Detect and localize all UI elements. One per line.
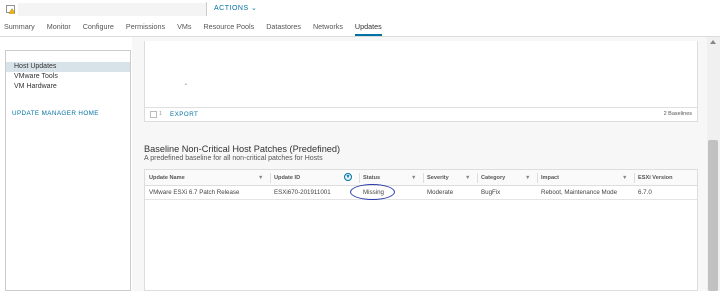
filter-icon[interactable]: ▼	[622, 170, 627, 186]
baseline-description: A predefined baseline for all non-critic…	[144, 155, 323, 162]
grid-dot: •	[185, 82, 187, 88]
actions-menu-button[interactable]: ACTIONS ⌄	[214, 4, 257, 12]
column-header-update-name[interactable]: Update Name ▼	[145, 170, 270, 186]
selected-count: 1	[159, 111, 163, 117]
baselines-count: 2 Baselines	[663, 111, 692, 117]
object-name-field	[18, 3, 206, 16]
column-header-esxi-version[interactable]: ESXi Version	[634, 170, 698, 186]
column-header-category[interactable]: Category ▼	[477, 170, 537, 186]
column-label: Status	[363, 175, 381, 181]
filter-icon[interactable]: ▼	[465, 170, 470, 186]
filter-active-icon[interactable]: ▼	[344, 173, 352, 181]
scrollbar-thumb[interactable]	[708, 140, 718, 291]
export-button[interactable]: EXPORT	[170, 111, 198, 118]
column-label: Severity	[427, 175, 449, 181]
cell-category: BugFix	[481, 189, 501, 196]
object-tabs: Summary Monitor Configure Permissions VM…	[4, 22, 394, 36]
tab-monitor[interactable]: Monitor	[47, 22, 71, 36]
column-label: Category	[481, 175, 506, 181]
cell-esxi-version: 6.7.0	[638, 189, 652, 196]
tab-networks[interactable]: Networks	[313, 22, 343, 36]
tab-datastores[interactable]: Datastores	[266, 22, 301, 36]
tab-summary[interactable]: Summary	[4, 22, 35, 36]
column-header-impact[interactable]: Impact ▼	[537, 170, 634, 186]
filter-icon[interactable]: ▼	[525, 170, 530, 186]
baseline-title: Baseline Non-Critical Host Patches (Pred…	[144, 144, 341, 154]
filter-icon[interactable]: ▼	[258, 170, 263, 186]
cell-severity: Moderate	[427, 189, 454, 196]
column-label: Update ID	[274, 175, 301, 181]
update-manager-home-link[interactable]: UPDATE MANAGER HOME	[6, 110, 130, 117]
column-header-update-id[interactable]: Update ID ▼	[270, 170, 359, 186]
table-row[interactable]: VMware ESXi 6.7 Patch Release ESXi670-20…	[145, 186, 697, 200]
status-annotation-circle	[350, 184, 395, 200]
column-label: Impact	[541, 175, 560, 181]
tab-updates[interactable]: Updates	[354, 22, 382, 36]
baselines-grid: • 1 EXPORT 2 Baselines	[144, 41, 698, 122]
tab-resource-pools[interactable]: Resource Pools	[203, 22, 254, 36]
tab-vms[interactable]: VMs	[177, 22, 191, 36]
scroll-up-icon[interactable]	[710, 40, 716, 44]
object-header: ACTIONS ⌄ Summary Monitor Configure Perm…	[0, 0, 720, 36]
tab-permissions[interactable]: Permissions	[126, 22, 165, 36]
column-label: Update Name	[149, 175, 185, 181]
host-warning-icon	[6, 5, 16, 14]
sidebar-item-vm-hardware[interactable]: VM Hardware	[6, 82, 130, 92]
updates-table: Update Name ▼ Update ID ▼ Status ▼ Sever…	[144, 169, 698, 291]
tab-configure[interactable]: Configure	[83, 22, 114, 36]
updates-sidebar: Host Updates VMware Tools VM Hardware UP…	[5, 50, 131, 291]
grid-footer: 1 EXPORT 2 Baselines	[145, 107, 697, 121]
filter-icon[interactable]: ▼	[411, 170, 416, 186]
header-divider	[206, 2, 207, 16]
cell-update-name: VMware ESXi 6.7 Patch Release	[149, 189, 240, 196]
column-header-severity[interactable]: Severity ▼	[423, 170, 477, 186]
sidebar-item-host-updates[interactable]: Host Updates	[6, 62, 130, 72]
sidebar-item-vmware-tools[interactable]: VMware Tools	[6, 72, 130, 82]
column-label: ESXi Version	[638, 175, 673, 181]
table-header: Update Name ▼ Update ID ▼ Status ▼ Sever…	[145, 170, 697, 186]
select-all-checkbox[interactable]	[150, 111, 157, 118]
cell-update-id: ESXi670-201911001	[274, 189, 331, 196]
cell-impact: Reboot, Maintenance Mode	[541, 189, 618, 196]
